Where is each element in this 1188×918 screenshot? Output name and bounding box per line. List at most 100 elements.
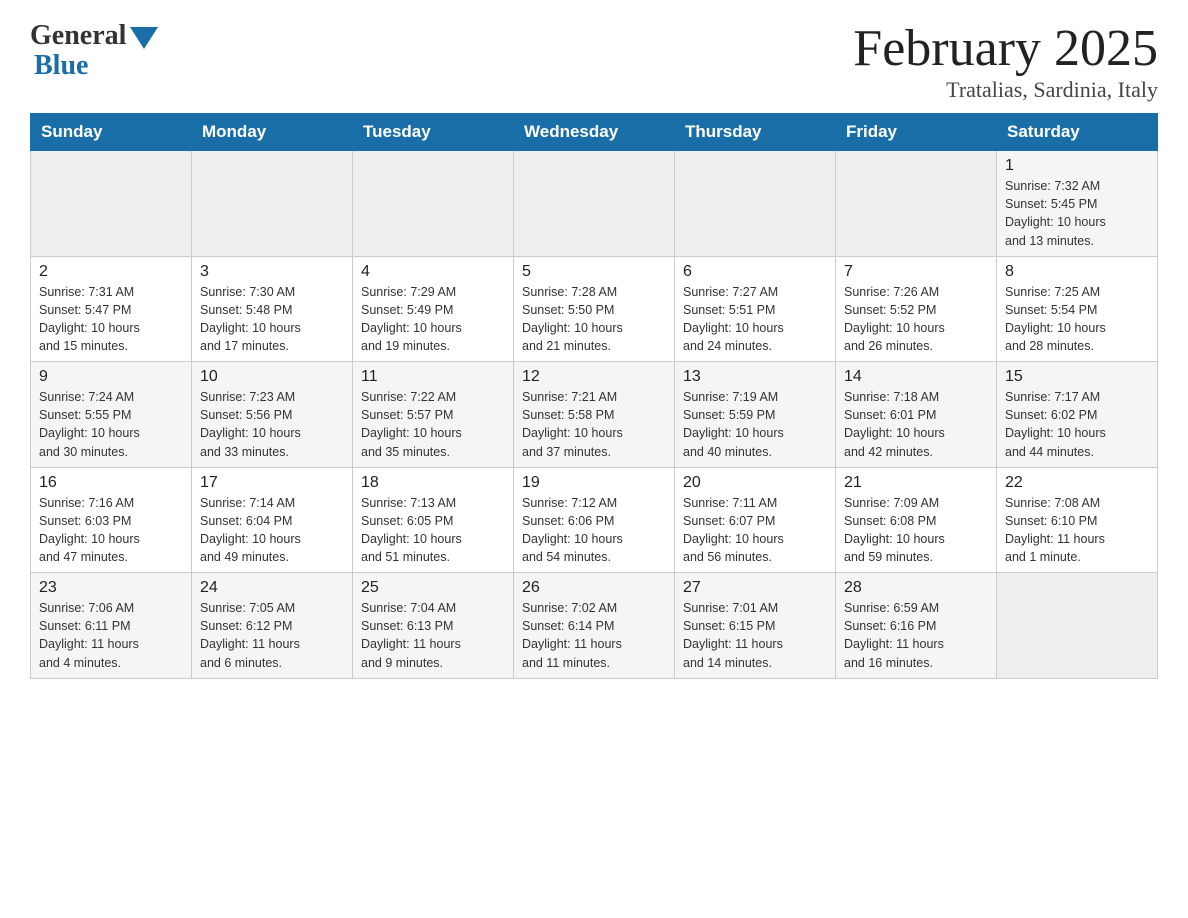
table-row [192, 151, 353, 257]
title-section: February 2025 Tratalias, Sardinia, Italy [853, 20, 1158, 103]
day-number: 11 [361, 368, 505, 386]
calendar-week-row: 2 Sunrise: 7:31 AMSunset: 5:47 PMDaylight… [31, 256, 1158, 362]
table-row [353, 151, 514, 257]
table-row: 10 Sunrise: 7:23 AMSunset: 5:56 PMDayligh… [192, 362, 353, 468]
table-row: 14 Sunrise: 7:18 AMSunset: 6:01 PMDayligh… [836, 362, 997, 468]
calendar-week-row: 23Sunrise: 7:06 AMSunset: 6:11 PMDayligh… [31, 573, 1158, 679]
table-row: 21 Sunrise: 7:09 AMSunset: 6:08 PMDayligh… [836, 467, 997, 573]
col-monday: Monday [192, 114, 353, 151]
day-number: 24 [200, 579, 344, 597]
page-header: General Blue February 2025 Tratalias, Sa… [30, 20, 1158, 103]
table-row: 5 Sunrise: 7:28 AMSunset: 5:50 PMDaylight… [514, 256, 675, 362]
calendar-week-row: 9 Sunrise: 7:24 AMSunset: 5:55 PMDaylight… [31, 362, 1158, 468]
day-number: 16 [39, 474, 183, 492]
table-row: 24 Sunrise: 7:05 AMSunset: 6:12 PMDayligh… [192, 573, 353, 679]
day-info: Sunrise: 7:14 AMSunset: 6:04 PMDaylight:… [200, 494, 344, 567]
table-row: 12Sunrise: 7:21 AMSunset: 5:58 PMDayligh… [514, 362, 675, 468]
col-saturday: Saturday [997, 114, 1158, 151]
day-info: Sunrise: 7:12 AMSunset: 6:06 PMDaylight:… [522, 494, 666, 567]
day-info: Sunrise: 7:01 AMSunset: 6:15 PMDaylight:… [683, 599, 827, 672]
day-info: Sunrise: 7:06 AMSunset: 6:11 PMDaylight:… [39, 599, 183, 672]
day-info: Sunrise: 7:32 AMSunset: 5:45 PMDaylight:… [1005, 177, 1149, 250]
table-row: 26 Sunrise: 7:02 AMSunset: 6:14 PMDayligh… [514, 573, 675, 679]
col-sunday: Sunday [31, 114, 192, 151]
day-info: Sunrise: 7:31 AMSunset: 5:47 PMDaylight:… [39, 283, 183, 356]
day-info: Sunrise: 7:19 AMSunset: 5:59 PMDaylight:… [683, 388, 827, 461]
table-row: 4 Sunrise: 7:29 AMSunset: 5:49 PMDaylight… [353, 256, 514, 362]
table-row: 27 Sunrise: 7:01 AMSunset: 6:15 PMDayligh… [675, 573, 836, 679]
day-number: 3 [200, 263, 344, 281]
table-row: 6 Sunrise: 7:27 AMSunset: 5:51 PMDaylight… [675, 256, 836, 362]
day-info: Sunrise: 7:22 AMSunset: 5:57 PMDaylight:… [361, 388, 505, 461]
calendar-table: Sunday Monday Tuesday Wednesday Thursday… [30, 113, 1158, 679]
logo-blue-text: Blue [30, 50, 88, 82]
day-number: 22 [1005, 474, 1149, 492]
day-info: Sunrise: 7:09 AMSunset: 6:08 PMDaylight:… [844, 494, 988, 567]
day-number: 21 [844, 474, 988, 492]
day-number: 27 [683, 579, 827, 597]
day-number: 10 [200, 368, 344, 386]
day-number: 26 [522, 579, 666, 597]
day-number: 20 [683, 474, 827, 492]
table-row [31, 151, 192, 257]
table-row: 18 Sunrise: 7:13 AMSunset: 6:05 PMDayligh… [353, 467, 514, 573]
table-row: 22Sunrise: 7:08 AMSunset: 6:10 PMDayligh… [997, 467, 1158, 573]
table-row: 16 Sunrise: 7:16 AMSunset: 6:03 PMDayligh… [31, 467, 192, 573]
table-row: 15Sunrise: 7:17 AMSunset: 6:02 PMDayligh… [997, 362, 1158, 468]
day-number: 28 [844, 579, 988, 597]
day-number: 19 [522, 474, 666, 492]
calendar-header-row: Sunday Monday Tuesday Wednesday Thursday… [31, 114, 1158, 151]
day-info: Sunrise: 7:13 AMSunset: 6:05 PMDaylight:… [361, 494, 505, 567]
day-info: Sunrise: 7:24 AMSunset: 5:55 PMDaylight:… [39, 388, 183, 461]
day-info: Sunrise: 7:28 AMSunset: 5:50 PMDaylight:… [522, 283, 666, 356]
day-number: 1 [1005, 157, 1149, 175]
col-tuesday: Tuesday [353, 114, 514, 151]
day-info: Sunrise: 7:04 AMSunset: 6:13 PMDaylight:… [361, 599, 505, 672]
logo-general-text: General [30, 20, 126, 52]
logo-triangle-icon [130, 27, 158, 49]
table-row: 28 Sunrise: 6:59 AMSunset: 6:16 PMDayligh… [836, 573, 997, 679]
day-info: Sunrise: 7:26 AMSunset: 5:52 PMDaylight:… [844, 283, 988, 356]
day-info: Sunrise: 6:59 AMSunset: 6:16 PMDaylight:… [844, 599, 988, 672]
table-row: 20 Sunrise: 7:11 AMSunset: 6:07 PMDayligh… [675, 467, 836, 573]
calendar-week-row: 1 Sunrise: 7:32 AMSunset: 5:45 PMDaylight… [31, 151, 1158, 257]
table-row: 3Sunrise: 7:30 AMSunset: 5:48 PMDaylight… [192, 256, 353, 362]
table-row: 23Sunrise: 7:06 AMSunset: 6:11 PMDayligh… [31, 573, 192, 679]
table-row: 7Sunrise: 7:26 AMSunset: 5:52 PMDaylight… [836, 256, 997, 362]
table-row [836, 151, 997, 257]
day-number: 25 [361, 579, 505, 597]
day-number: 14 [844, 368, 988, 386]
calendar-week-row: 16 Sunrise: 7:16 AMSunset: 6:03 PMDayligh… [31, 467, 1158, 573]
day-number: 18 [361, 474, 505, 492]
day-info: Sunrise: 7:29 AMSunset: 5:49 PMDaylight:… [361, 283, 505, 356]
day-info: Sunrise: 7:11 AMSunset: 6:07 PMDaylight:… [683, 494, 827, 567]
month-title: February 2025 [853, 20, 1158, 77]
day-number: 9 [39, 368, 183, 386]
day-number: 2 [39, 263, 183, 281]
day-number: 5 [522, 263, 666, 281]
day-info: Sunrise: 7:02 AMSunset: 6:14 PMDaylight:… [522, 599, 666, 672]
day-info: Sunrise: 7:05 AMSunset: 6:12 PMDaylight:… [200, 599, 344, 672]
table-row: 9 Sunrise: 7:24 AMSunset: 5:55 PMDaylight… [31, 362, 192, 468]
day-number: 17 [200, 474, 344, 492]
table-row: 13 Sunrise: 7:19 AMSunset: 5:59 PMDayligh… [675, 362, 836, 468]
day-number: 15 [1005, 368, 1149, 386]
day-info: Sunrise: 7:23 AMSunset: 5:56 PMDaylight:… [200, 388, 344, 461]
day-info: Sunrise: 7:16 AMSunset: 6:03 PMDaylight:… [39, 494, 183, 567]
day-number: 13 [683, 368, 827, 386]
table-row: 17 Sunrise: 7:14 AMSunset: 6:04 PMDayligh… [192, 467, 353, 573]
location-title: Tratalias, Sardinia, Italy [853, 77, 1158, 103]
table-row [997, 573, 1158, 679]
table-row: 2 Sunrise: 7:31 AMSunset: 5:47 PMDaylight… [31, 256, 192, 362]
table-row: 8Sunrise: 7:25 AMSunset: 5:54 PMDaylight… [997, 256, 1158, 362]
day-number: 4 [361, 263, 505, 281]
col-wednesday: Wednesday [514, 114, 675, 151]
day-number: 6 [683, 263, 827, 281]
table-row: 11 Sunrise: 7:22 AMSunset: 5:57 PMDayligh… [353, 362, 514, 468]
day-number: 8 [1005, 263, 1149, 281]
table-row: 19 Sunrise: 7:12 AMSunset: 6:06 PMDayligh… [514, 467, 675, 573]
day-info: Sunrise: 7:18 AMSunset: 6:01 PMDaylight:… [844, 388, 988, 461]
day-info: Sunrise: 7:27 AMSunset: 5:51 PMDaylight:… [683, 283, 827, 356]
col-friday: Friday [836, 114, 997, 151]
logo: General Blue [30, 20, 158, 82]
